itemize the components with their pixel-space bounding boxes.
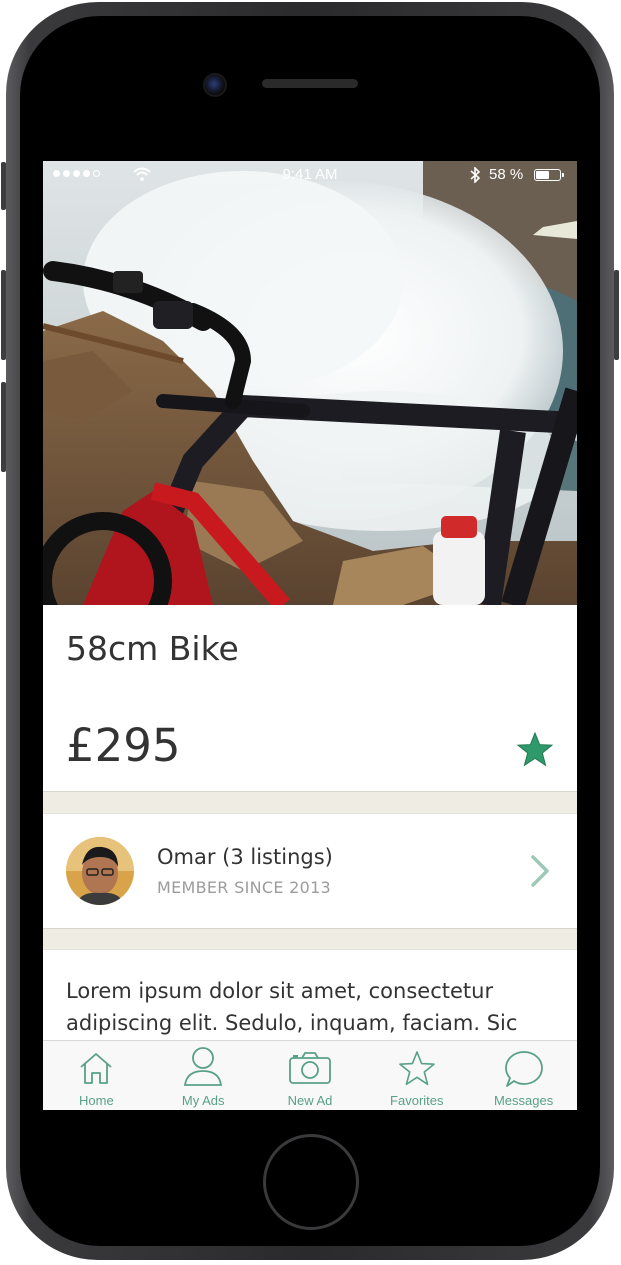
- avatar-image: [66, 837, 134, 905]
- bluetooth-icon: [470, 167, 481, 183]
- tab-label: My Ads: [181, 1093, 225, 1108]
- battery-icon: [534, 169, 564, 181]
- mute-switch: [1, 162, 6, 210]
- app-screen: 9:41 AM 58 % 58cm Bike £295 Omar (3 list…: [43, 161, 577, 1110]
- tab-my-ads[interactable]: My Ads: [150, 1041, 257, 1110]
- listing-description: Lorem ipsum dolor sit amet, consectetur …: [66, 979, 518, 1035]
- tab-bar: Home My Ads New Ad Favorites Messages: [43, 1040, 577, 1110]
- tab-favorites[interactable]: Favorites: [363, 1041, 470, 1110]
- tab-home[interactable]: Home: [43, 1041, 150, 1110]
- section-separator: [43, 928, 577, 950]
- bike-photo-image: [43, 161, 577, 605]
- earpiece-speaker: [262, 79, 358, 88]
- star-icon: [398, 1051, 435, 1086]
- tab-new-ad[interactable]: New Ad: [257, 1041, 364, 1110]
- tab-label: Favorites: [390, 1093, 444, 1108]
- section-separator: [43, 791, 577, 814]
- tab-messages[interactable]: Messages: [470, 1041, 577, 1110]
- chat-bubble-icon: [504, 1051, 543, 1087]
- battery-percent: 58 %: [489, 166, 524, 183]
- camera-icon: [289, 1052, 331, 1084]
- front-camera: [203, 73, 227, 97]
- seller-row[interactable]: Omar (3 listings) MEMBER SINCE 2013: [43, 814, 577, 928]
- tab-label: New Ad: [287, 1093, 333, 1108]
- battery-tip: [562, 173, 564, 177]
- tab-label: Home: [79, 1093, 114, 1108]
- listing-price: £295: [66, 719, 181, 772]
- tab-label: Messages: [493, 1093, 554, 1108]
- seller-avatar: [66, 837, 134, 905]
- listing-title: 58cm Bike: [66, 629, 239, 668]
- seller-name: Omar (3 listings): [157, 845, 333, 869]
- chevron-right-icon[interactable]: [529, 854, 551, 888]
- seller-member-since: MEMBER SINCE 2013: [157, 878, 332, 897]
- listing-photo[interactable]: 9:41 AM 58 %: [43, 161, 577, 605]
- home-button[interactable]: [263, 1134, 359, 1230]
- volume-up-button: [1, 270, 6, 360]
- favorite-star-icon[interactable]: [516, 731, 554, 769]
- home-icon: [80, 1053, 112, 1084]
- person-icon: [184, 1047, 223, 1086]
- power-button: [614, 270, 619, 360]
- status-bar: 9:41 AM 58 %: [43, 161, 577, 189]
- volume-down-button: [1, 382, 6, 472]
- battery-level-fill: [536, 171, 549, 179]
